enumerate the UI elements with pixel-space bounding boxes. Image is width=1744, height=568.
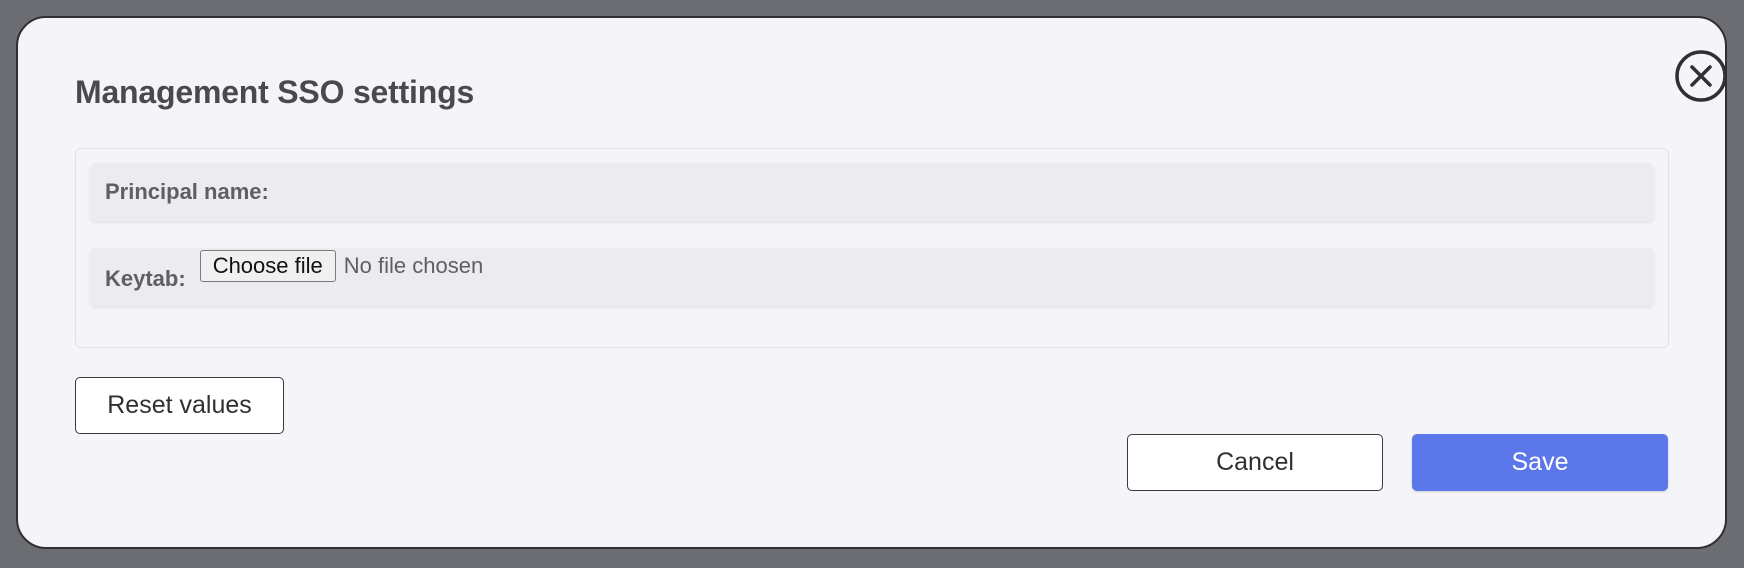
settings-form: Principal name: Keytab: Choose file No f… bbox=[75, 148, 1669, 348]
close-icon bbox=[1675, 50, 1727, 102]
choose-file-button[interactable]: Choose file bbox=[199, 250, 336, 282]
sso-settings-dialog: Management SSO settings Principal name: … bbox=[16, 16, 1727, 549]
cancel-button[interactable]: Cancel bbox=[1127, 434, 1383, 491]
save-button[interactable]: Save bbox=[1412, 434, 1668, 491]
close-button[interactable] bbox=[1674, 49, 1728, 103]
keytab-file-input[interactable]: Choose file No file chosen bbox=[199, 250, 484, 282]
keytab-label: Keytab: bbox=[105, 266, 186, 291]
reset-values-button[interactable]: Reset values bbox=[75, 377, 284, 434]
file-status-text: No file chosen bbox=[343, 253, 484, 278]
dialog-title: Management SSO settings bbox=[75, 74, 475, 110]
keytab-field: Keytab: Choose file No file chosen bbox=[90, 248, 1654, 306]
principal-name-label: Principal name: bbox=[105, 179, 269, 204]
principal-name-field: Principal name: bbox=[90, 163, 1654, 221]
